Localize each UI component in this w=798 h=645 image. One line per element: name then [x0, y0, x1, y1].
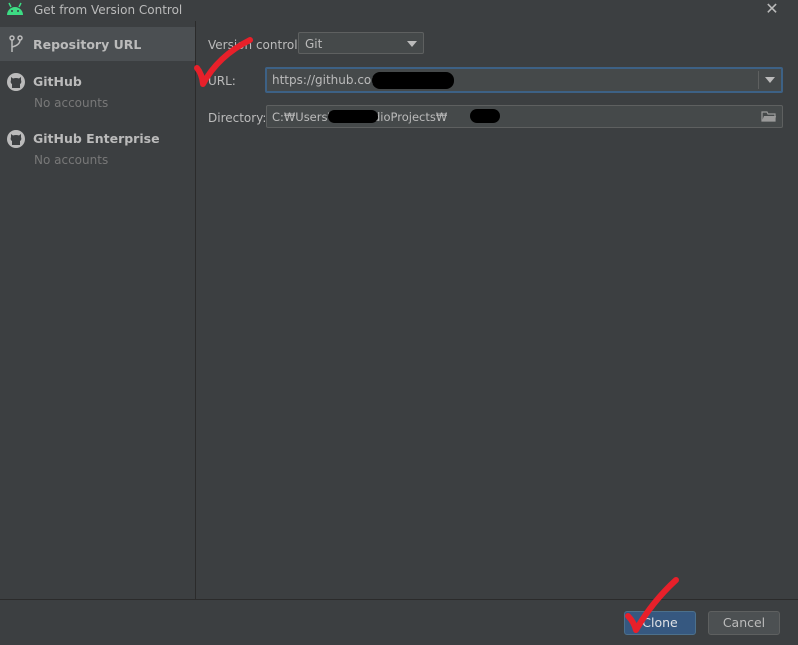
- version-control-value: Git: [305, 37, 323, 51]
- github-icon: [7, 73, 25, 91]
- directory-label: Directory:: [208, 111, 267, 125]
- sidebar: Repository URL GitHub No accounts GitHub…: [0, 21, 196, 599]
- version-control-select[interactable]: Git: [298, 32, 424, 54]
- annotation-check-icon: [194, 37, 253, 87]
- android-icon: [7, 2, 23, 15]
- sidebar-item-github[interactable]: GitHub No accounts: [0, 66, 195, 116]
- sidebar-item-repository-url[interactable]: Repository URL: [0, 27, 195, 61]
- redaction-mark: [372, 72, 454, 89]
- close-icon[interactable]: ✕: [764, 1, 780, 17]
- github-icon: [7, 130, 25, 148]
- sidebar-item-sub: No accounts: [34, 96, 109, 110]
- chevron-down-icon[interactable]: [765, 77, 775, 83]
- sidebar-item-label: GitHub: [33, 74, 82, 89]
- cancel-button[interactable]: Cancel: [708, 611, 780, 635]
- chevron-down-icon: [407, 41, 417, 47]
- url-divider: [758, 71, 759, 89]
- sidebar-item-github-enterprise[interactable]: GitHub Enterprise No accounts: [0, 123, 195, 173]
- annotation-check-icon: [625, 577, 679, 633]
- sidebar-item-label: Repository URL: [33, 37, 142, 52]
- sidebar-item-sub: No accounts: [34, 153, 109, 167]
- window-title: Get from Version Control: [34, 3, 183, 17]
- sidebar-item-label: GitHub Enterprise: [33, 131, 160, 146]
- url-input[interactable]: https://github.com/ .git: [265, 67, 783, 93]
- vcs-branch-icon: [9, 35, 23, 52]
- title-bar: Get from Version Control ✕: [0, 0, 798, 20]
- redaction-mark: [470, 109, 500, 123]
- folder-open-icon[interactable]: [761, 110, 777, 123]
- redaction-mark: [328, 110, 378, 123]
